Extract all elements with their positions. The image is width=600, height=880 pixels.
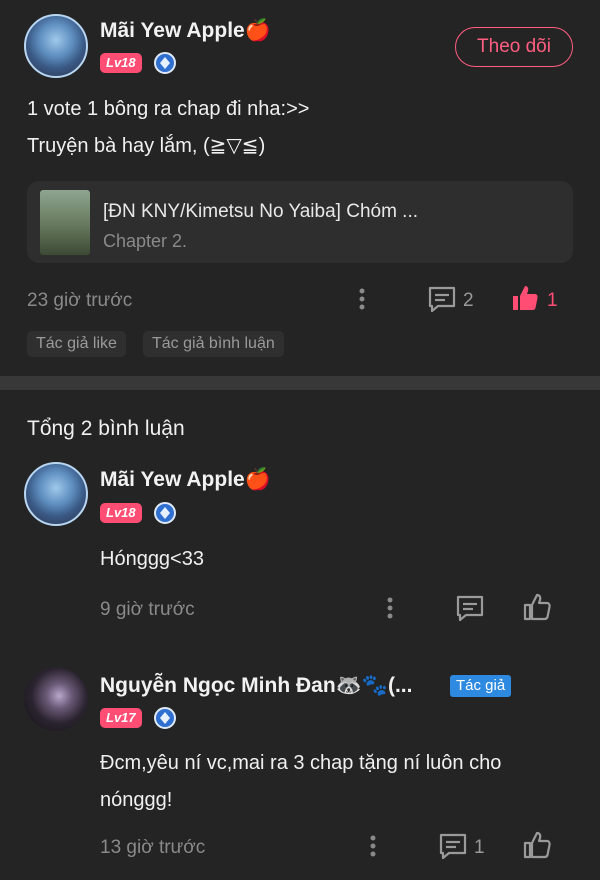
story-cover-image: [40, 190, 90, 255]
comment-text: Hónggg<33: [100, 548, 204, 570]
section-divider: [0, 376, 600, 390]
comment-time: 13 giờ trước: [100, 837, 206, 858]
level-badge: Lv18: [100, 53, 142, 73]
story-card[interactable]: [ĐN KNY/Kimetsu No Yaiba] Chóm ... Chapt…: [27, 181, 573, 263]
post-text-line: 1 vote 1 bông ra chap đi nha:>>: [27, 98, 310, 120]
tag-author-liked: Tác giả like: [27, 331, 126, 357]
vip-badge-icon: [154, 502, 176, 524]
more-options-icon[interactable]: [355, 287, 369, 311]
reply-count: 1: [474, 837, 485, 858]
like-icon[interactable]: [522, 830, 552, 860]
username[interactable]: Mãi Yew Apple🍎: [100, 19, 271, 43]
comment-icon[interactable]: [427, 285, 457, 313]
reply-icon[interactable]: [438, 832, 468, 860]
level-badge: Lv17: [100, 708, 142, 728]
follow-button[interactable]: Theo dõi: [455, 27, 573, 67]
like-icon[interactable]: [510, 283, 540, 313]
comment-time: 9 giờ trước: [100, 599, 195, 620]
comment-text: nónggg!: [100, 789, 173, 811]
more-options-icon[interactable]: [366, 834, 380, 858]
post-text-line: Truyện bà hay lắm, (≧▽≦): [27, 135, 266, 157]
author-badge: Tác giả: [450, 675, 512, 697]
reply-icon[interactable]: [455, 594, 485, 622]
post-time: 23 giờ trước: [27, 290, 133, 311]
comment-username[interactable]: Nguyễn Ngọc Minh Đan🦝🐾(...: [100, 674, 412, 698]
like-count: 1: [547, 290, 558, 311]
vip-badge-icon: [154, 707, 176, 729]
vip-badge-icon: [154, 52, 176, 74]
comment-avatar[interactable]: [24, 462, 88, 526]
story-title: [ĐN KNY/Kimetsu No Yaiba] Chóm ...: [103, 201, 419, 222]
comment-text: Đcm,yêu ní vc,mai ra 3 chap tặng ní luôn…: [100, 752, 502, 774]
more-options-icon[interactable]: [383, 596, 397, 620]
like-icon[interactable]: [522, 592, 552, 622]
level-badge: Lv18: [100, 503, 142, 523]
comment-count: 2: [463, 290, 474, 311]
comment-avatar[interactable]: [24, 667, 88, 731]
avatar[interactable]: [24, 14, 88, 78]
story-chapter: Chapter 2.: [103, 231, 188, 251]
comment-username[interactable]: Mãi Yew Apple🍎: [100, 468, 271, 492]
comments-header: Tổng 2 bình luận: [27, 417, 185, 440]
tag-author-commented: Tác giả bình luận: [143, 331, 284, 357]
